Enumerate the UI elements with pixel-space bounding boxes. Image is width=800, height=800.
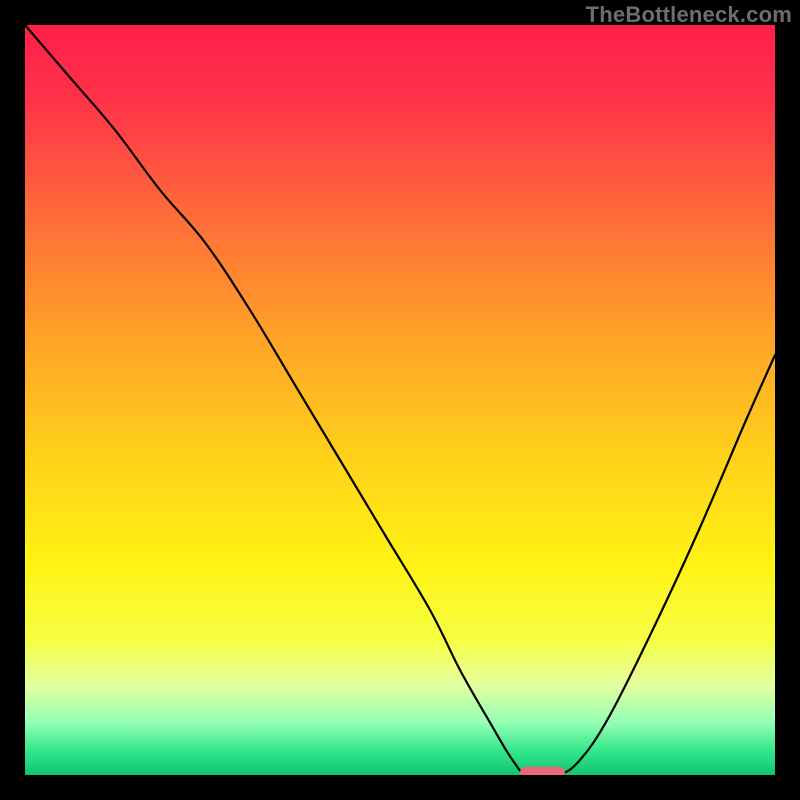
bottleneck-chart: [25, 25, 775, 775]
chart-frame: TheBottleneck.com: [0, 0, 800, 800]
gradient-background: [25, 25, 775, 775]
optimal-range-marker: [520, 767, 565, 775]
plot-area: [25, 25, 775, 775]
